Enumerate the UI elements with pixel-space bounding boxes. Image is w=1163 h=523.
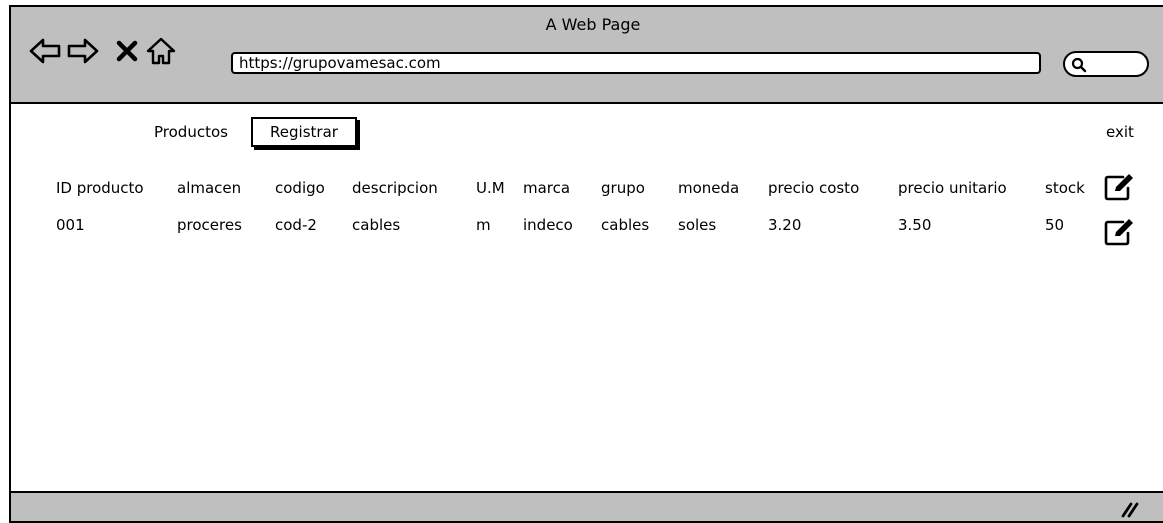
cell-precio-costo: 3.20 <box>768 216 802 234</box>
cell-codigo: cod-2 <box>275 216 317 234</box>
edit-icon[interactable] <box>1103 172 1137 202</box>
cell-precio-unitario: 3.50 <box>898 216 932 234</box>
header-precio-unitario: precio unitario <box>898 179 1007 197</box>
browser-window: A Web Page https://grupovamesac.com Prod… <box>9 5 1163 523</box>
header-descripcion: descripcion <box>352 179 438 197</box>
exit-link[interactable]: exit <box>1106 123 1134 141</box>
cell-descripcion: cables <box>352 216 401 234</box>
header-stock: stock <box>1045 179 1085 197</box>
header-precio-costo: precio costo <box>768 179 860 197</box>
forward-arrow-icon[interactable] <box>67 35 99 67</box>
cell-um: m <box>476 216 491 234</box>
edit-icon[interactable] <box>1103 217 1137 247</box>
search-input[interactable] <box>1063 51 1149 77</box>
header-moneda: moneda <box>678 179 740 197</box>
browser-toolbar: A Web Page https://grupovamesac.com <box>11 7 1163 104</box>
registrar-button[interactable]: Registrar <box>251 117 357 147</box>
stop-x-icon[interactable] <box>111 35 143 67</box>
nav-productos-link[interactable]: Productos <box>154 123 228 141</box>
header-grupo: grupo <box>601 179 645 197</box>
status-bar <box>11 491 1163 521</box>
back-arrow-icon[interactable] <box>29 35 61 67</box>
cell-almacen: proceres <box>177 216 242 234</box>
cell-moneda: soles <box>678 216 717 234</box>
resize-grip-icon[interactable] <box>1119 499 1139 519</box>
search-icon <box>1071 57 1087 73</box>
url-input[interactable]: https://grupovamesac.com <box>231 52 1041 74</box>
header-id-producto: ID producto <box>56 179 144 197</box>
home-icon[interactable] <box>145 35 177 67</box>
header-almacen: almacen <box>177 179 242 197</box>
cell-id-producto: 001 <box>56 216 85 234</box>
window-title: A Web Page <box>545 15 641 34</box>
header-codigo: codigo <box>275 179 325 197</box>
cell-grupo: cables <box>601 216 650 234</box>
header-um: U.M <box>476 179 505 197</box>
cell-marca: indeco <box>523 216 573 234</box>
header-marca: marca <box>523 179 571 197</box>
cell-stock: 50 <box>1045 216 1065 234</box>
